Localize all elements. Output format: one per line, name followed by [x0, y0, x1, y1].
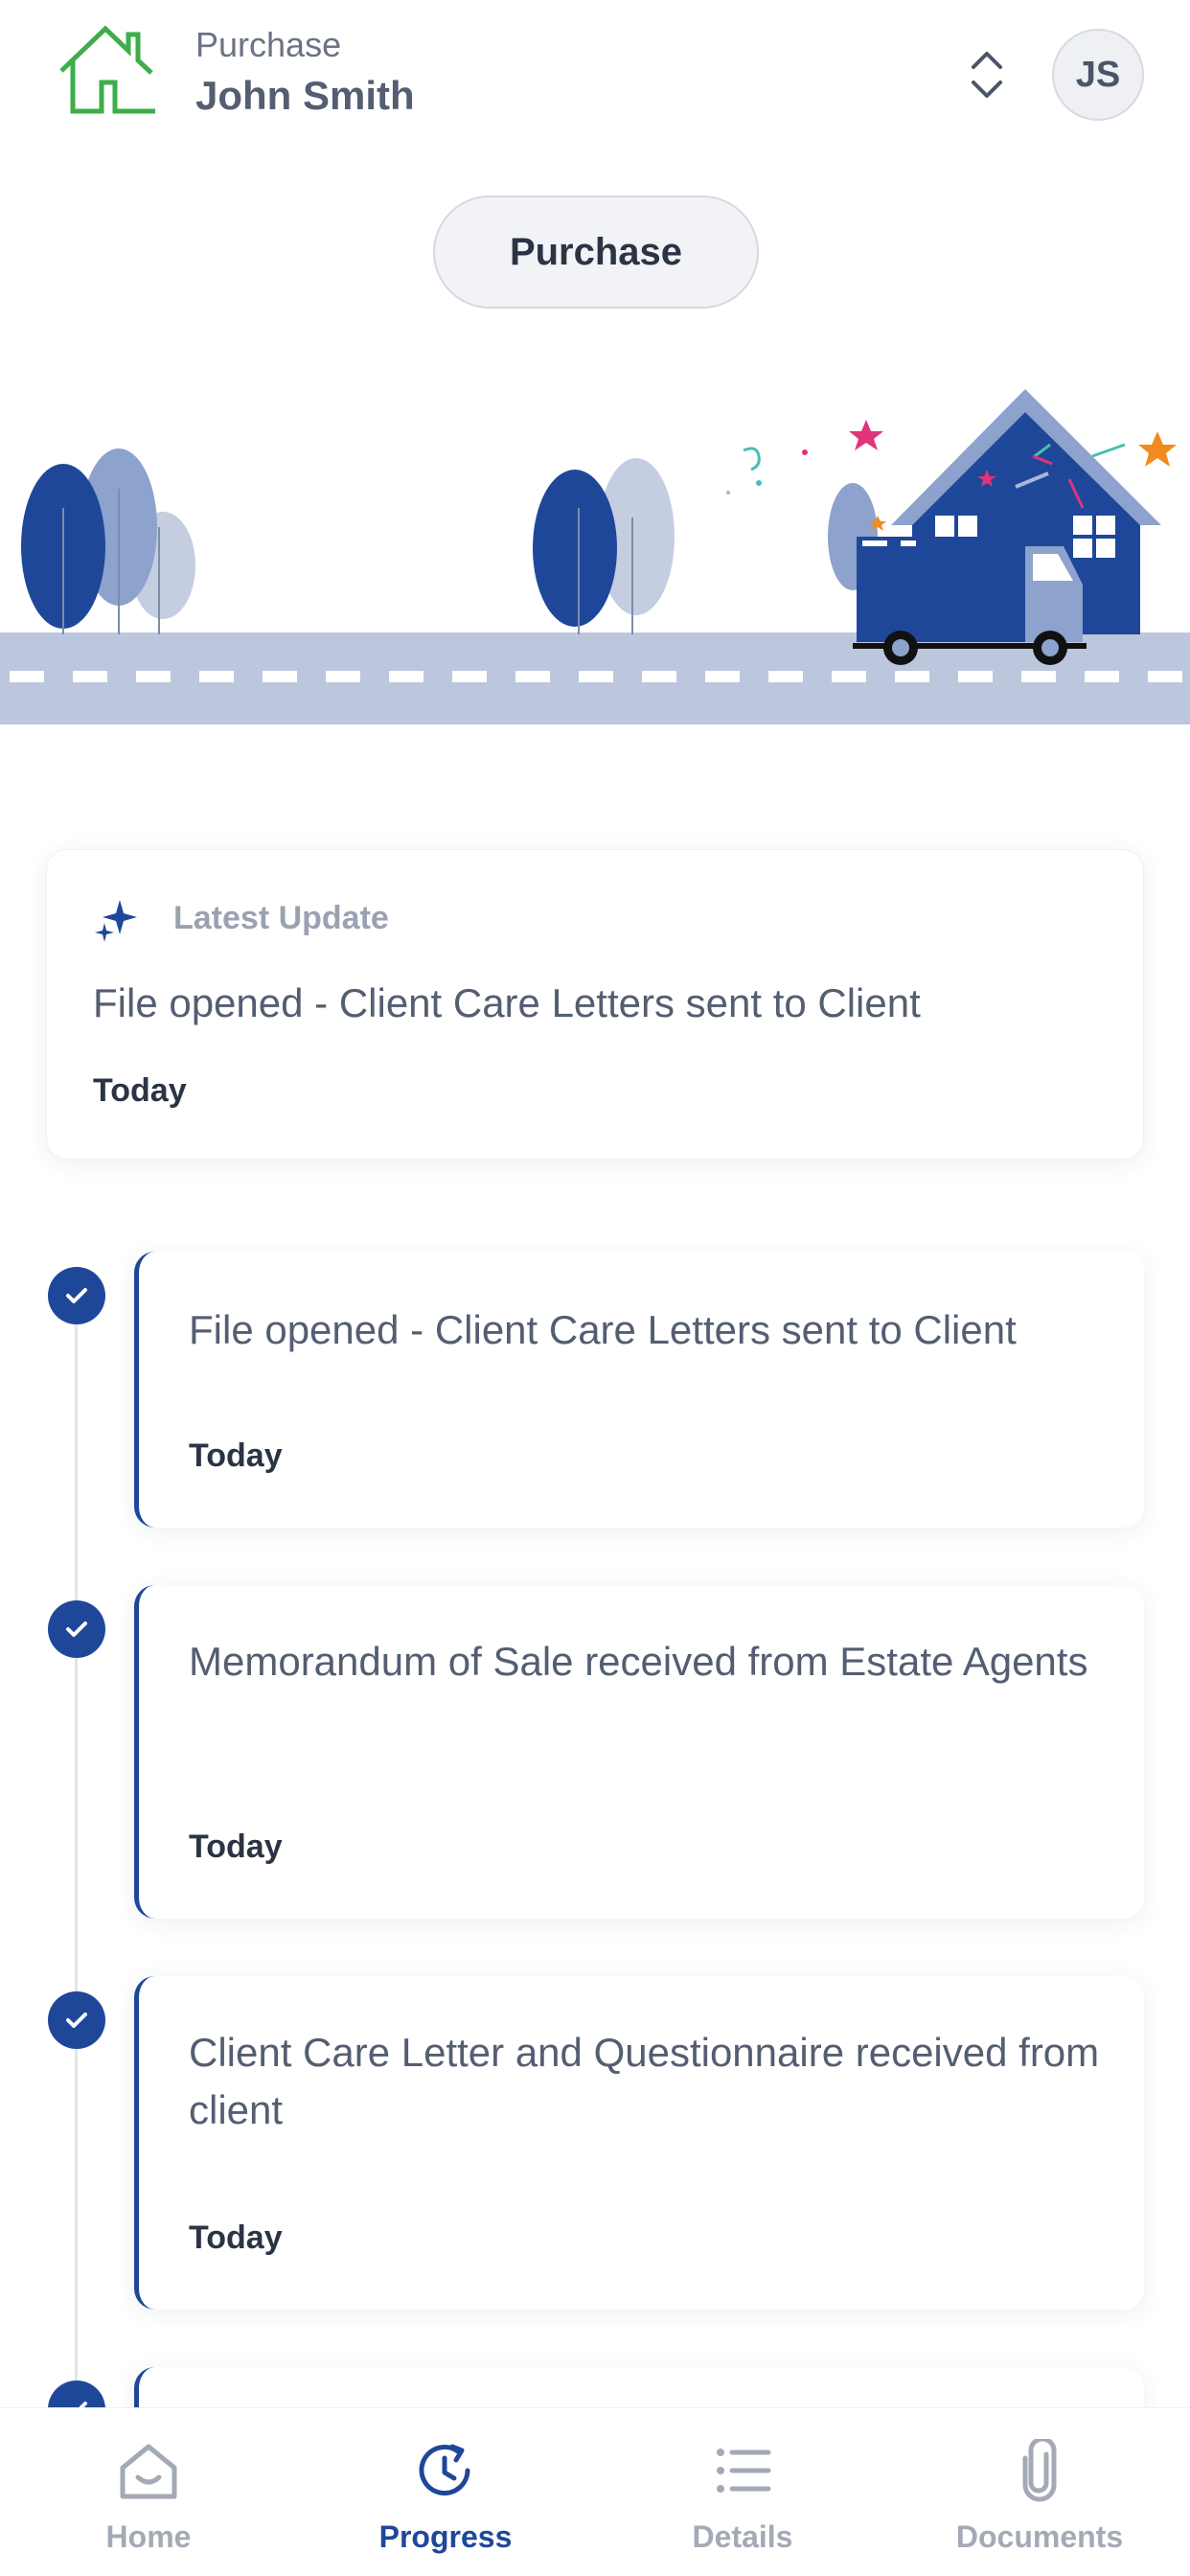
completed-check-icon	[48, 1991, 105, 2049]
nav-progress-label: Progress	[378, 2519, 513, 2554]
nav-documents[interactable]: Documents	[891, 2408, 1188, 2576]
chevron-up-down-icon	[972, 52, 1002, 98]
switch-matter-button[interactable]	[958, 38, 1016, 111]
timeline-item-title: Client Care Letter and Questionnaire rec…	[189, 2030, 1100, 2132]
matter-type-label: Purchase	[195, 25, 342, 64]
latest-update-date: Today	[93, 1072, 187, 1109]
matter-type-button[interactable]: Purchase	[433, 196, 759, 309]
latest-update-text: File opened - Client Care Letters sent t…	[93, 980, 921, 1025]
timeline-line	[75, 1298, 78, 2428]
home-icon	[115, 2437, 182, 2504]
timeline-item-title: File opened - Client Care Letters sent t…	[189, 1307, 1017, 1352]
bottom-nav: Home Progress Details Documents	[0, 2407, 1190, 2576]
completed-check-icon	[48, 1267, 105, 1324]
timeline-item-date: Today	[189, 1438, 283, 1474]
list-icon	[709, 2437, 776, 2504]
timeline-item[interactable]: File opened - Client Care Letters sent t…	[134, 1252, 1144, 1528]
latest-update-card: Latest Update File opened - Client Care …	[46, 849, 1144, 1160]
app-header: Purchase John Smith JS	[0, 0, 1190, 153]
house-logo-icon	[56, 23, 161, 119]
timeline-item-title: Memorandum of Sale received from Estate …	[189, 1639, 1088, 1684]
timeline-item[interactable]: Client Care Letter and Questionnaire rec…	[134, 1976, 1144, 2310]
latest-update-label: Latest Update	[173, 900, 389, 936]
client-name: John Smith	[195, 73, 415, 118]
sparkle-icon	[93, 896, 139, 942]
nav-details-label: Details	[692, 2519, 793, 2554]
paperclip-icon	[1006, 2437, 1073, 2504]
nav-details[interactable]: Details	[594, 2408, 891, 2576]
timeline-item-date: Today	[189, 2220, 283, 2256]
nav-home[interactable]: Home	[0, 2408, 297, 2576]
avatar[interactable]: JS	[1052, 29, 1144, 121]
progress-clock-icon	[412, 2437, 479, 2504]
completed-check-icon	[48, 1600, 105, 1658]
timeline-item[interactable]: Memorandum of Sale received from Estate …	[134, 1585, 1144, 1919]
moving-house-illustration	[0, 364, 1190, 728]
nav-documents-label: Documents	[955, 2519, 1124, 2554]
timeline-item-date: Today	[189, 1828, 283, 1865]
nav-progress[interactable]: Progress	[297, 2408, 594, 2576]
nav-home-label: Home	[105, 2519, 192, 2554]
